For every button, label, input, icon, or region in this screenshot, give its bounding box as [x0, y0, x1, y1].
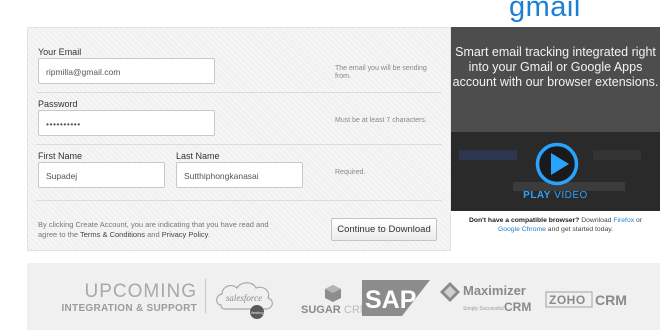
divider	[36, 200, 442, 201]
privacy-link[interactable]: Privacy Policy	[162, 230, 208, 239]
name-hint: Required.	[335, 169, 366, 176]
browser-compat-note: Don't have a compatible browser? Downloa…	[451, 211, 660, 251]
promo-heading: Smart email tracking integrated right in…	[452, 45, 659, 89]
continue-to-download-button[interactable]: Continue to Download	[331, 218, 437, 241]
svg-text:salesforce: salesforce	[226, 293, 262, 303]
email-label: Your Email	[38, 47, 82, 57]
integrations-banner: UPCOMING INTEGRATION & SUPPORT salesforc…	[27, 263, 660, 330]
svg-text:Maximizer: Maximizer	[463, 283, 526, 298]
svg-text:ZOHO: ZOHO	[549, 293, 586, 307]
divider	[36, 144, 442, 145]
firefox-link[interactable]: Firefox	[613, 217, 634, 224]
play-video-label[interactable]: PLAY VIDEO	[451, 190, 660, 201]
divider	[36, 92, 442, 93]
promo-panel: Smart email tracking integrated right in…	[451, 27, 660, 251]
sap-logo: SAP	[362, 280, 430, 316]
email-hint: The email you will be sending from.	[335, 65, 427, 80]
last-name-label: Last Name	[176, 151, 220, 161]
last-name-field[interactable]: Sutthiphongkanasai	[176, 162, 303, 188]
password-field[interactable]: ••••••••••	[38, 110, 215, 136]
terms-link[interactable]: Terms & Conditions	[80, 230, 145, 239]
play-icon[interactable]	[535, 142, 579, 186]
password-label: Password	[38, 99, 78, 109]
zoho-crm-logo: ZOHO CRM	[545, 291, 627, 308]
email-field[interactable]: ripmilla@gmail.com	[38, 58, 215, 84]
upcoming-heading: UPCOMING INTEGRATION & SUPPORT	[61, 281, 197, 315]
svg-text:CRM: CRM	[595, 292, 627, 308]
video-frame-shape	[459, 150, 517, 160]
svg-text:SAP: SAP	[365, 286, 416, 314]
signup-form: Your Email ripmilla@gmail.com The email …	[27, 27, 451, 251]
password-hint: Must be at least 7 characters.	[335, 117, 427, 124]
first-name-field[interactable]: Supadej	[38, 162, 165, 188]
divider	[205, 279, 206, 313]
video-player[interactable]: PLAY VIDEO	[451, 132, 660, 211]
first-name-label: First Name	[38, 151, 83, 161]
svg-text:SUGAR: SUGAR	[301, 304, 341, 315]
svg-text:CRM: CRM	[504, 300, 531, 314]
svg-text:Vesting: Vesting	[250, 310, 263, 315]
chrome-link[interactable]: Google Chrome	[498, 226, 546, 233]
sugarcrm-logo: SUGAR CRM	[301, 285, 369, 315]
salesforce-logo: salesforce Vesting	[216, 282, 273, 319]
gmail-logo-text: gmail	[509, 0, 581, 23]
video-frame-shape	[593, 150, 641, 160]
terms-fineprint: By clicking Create Account, you are indi…	[38, 220, 269, 239]
svg-text:Simply Successful: Simply Successful	[463, 306, 504, 312]
maximizer-logo: Maximizer Simply Successful CRM	[440, 282, 531, 314]
